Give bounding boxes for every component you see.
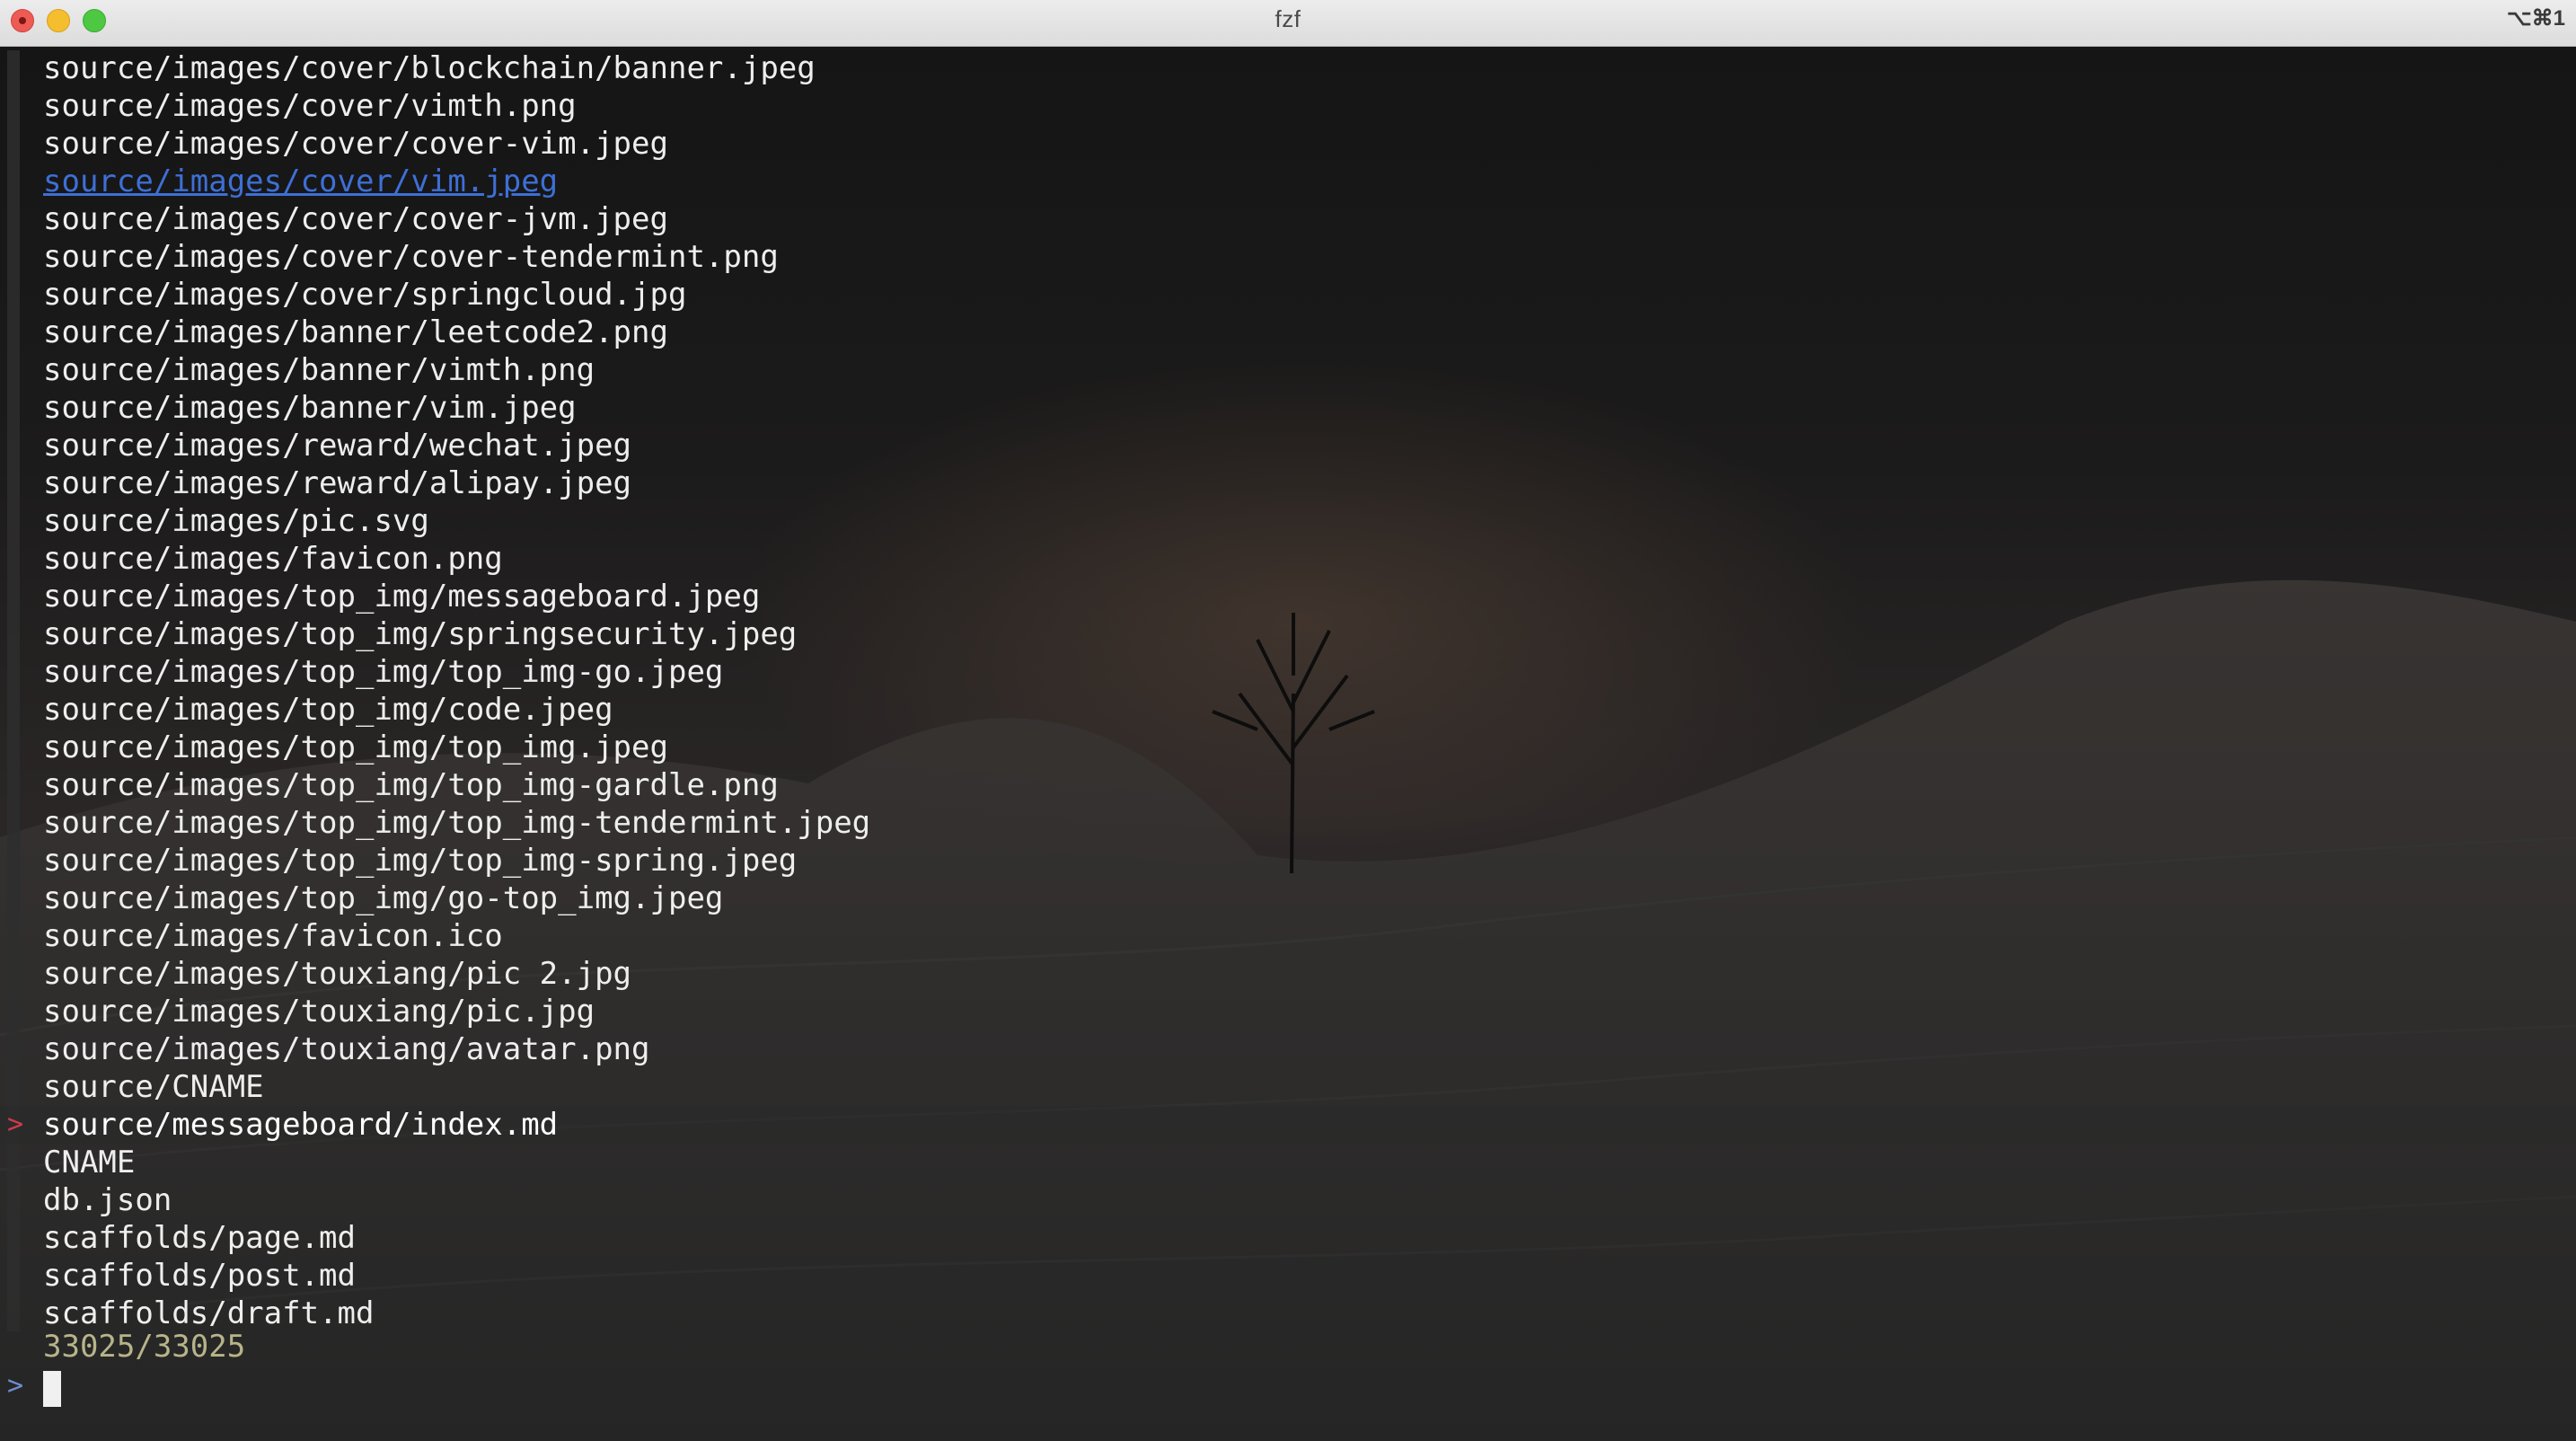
result-row[interactable]: source/images/top_img/messageboard.jpeg bbox=[0, 578, 2576, 615]
result-row[interactable]: source/images/reward/wechat.jpeg bbox=[0, 427, 2576, 464]
result-row[interactable]: source/CNAME bbox=[0, 1068, 2576, 1106]
result-row[interactable]: source/images/top_img/code.jpeg bbox=[0, 691, 2576, 729]
result-row[interactable]: source/images/top_img/go-top_img.jpeg bbox=[0, 880, 2576, 917]
results-list[interactable]: source/images/cover/blockchain/banner.jp… bbox=[0, 49, 2576, 1332]
result-path: scaffolds/page.md bbox=[43, 1220, 356, 1256]
result-path: source/images/banner/vimth.png bbox=[43, 352, 595, 388]
result-path: source/images/cover/vimth.png bbox=[43, 88, 577, 124]
result-row[interactable]: source/images/cover/springcloud.jpg bbox=[0, 276, 2576, 314]
window-shortcut-label: ⌥⌘1 bbox=[2506, 6, 2565, 31]
result-path: source/images/top_img/springsecurity.jpe… bbox=[43, 616, 798, 652]
result-path: source/images/touxiang/avatar.png bbox=[43, 1031, 650, 1067]
result-row[interactable]: source/images/banner/vimth.png bbox=[0, 351, 2576, 389]
result-path: source/images/cover/blockchain/banner.jp… bbox=[43, 50, 816, 86]
result-path: source/CNAME bbox=[43, 1069, 264, 1105]
result-row[interactable]: source/images/reward/alipay.jpeg bbox=[0, 464, 2576, 502]
result-path: source/images/banner/vim.jpeg bbox=[43, 390, 577, 426]
result-row[interactable]: source/images/cover/cover-tendermint.png bbox=[0, 238, 2576, 276]
result-row[interactable]: source/images/banner/leetcode2.png bbox=[0, 314, 2576, 351]
result-row[interactable]: source/images/touxiang/pic.jpg bbox=[0, 993, 2576, 1030]
window-title: fzf bbox=[1275, 5, 1301, 32]
result-path: source/images/top_img/top_img-tendermint… bbox=[43, 805, 871, 841]
result-path: source/images/reward/wechat.jpeg bbox=[43, 428, 632, 464]
result-path: source/images/favicon.ico bbox=[43, 918, 503, 954]
result-path: source/images/cover/cover-vim.jpeg bbox=[43, 126, 668, 162]
result-path: source/images/cover/cover-jvm.jpeg bbox=[43, 201, 668, 237]
result-path: source/images/top_img/top_img-spring.jpe… bbox=[43, 843, 798, 879]
match-count: 33025/33025 bbox=[43, 1329, 246, 1365]
terminal-area[interactable]: source/images/cover/blockchain/banner.jp… bbox=[0, 47, 2576, 1441]
result-row[interactable]: source/images/banner/vim.jpeg bbox=[0, 389, 2576, 427]
result-row[interactable]: source/images/cover/vim.jpeg bbox=[0, 163, 2576, 200]
result-row[interactable]: source/images/top_img/top_img-spring.jpe… bbox=[0, 842, 2576, 880]
result-row[interactable]: source/images/cover/vimth.png bbox=[0, 87, 2576, 125]
result-row[interactable]: source/images/cover/cover-vim.jpeg bbox=[0, 125, 2576, 163]
result-path: source/images/top_img/go-top_img.jpeg bbox=[43, 880, 724, 916]
result-path: source/images/top_img/top_img-gardle.png bbox=[43, 767, 779, 803]
result-row[interactable]: source/images/top_img/top_img-tendermint… bbox=[0, 804, 2576, 842]
result-row[interactable]: source/images/favicon.png bbox=[0, 540, 2576, 578]
result-row[interactable]: db.json bbox=[0, 1181, 2576, 1219]
result-row[interactable]: source/images/touxiang/pic 2.jpg bbox=[0, 955, 2576, 993]
result-path: source/images/banner/leetcode2.png bbox=[43, 314, 668, 350]
result-path: source/images/cover/springcloud.jpg bbox=[43, 277, 687, 313]
result-path: source/images/touxiang/pic 2.jpg bbox=[43, 956, 632, 992]
query-input[interactable] bbox=[43, 1371, 1121, 1403]
result-row[interactable]: scaffolds/page.md bbox=[0, 1219, 2576, 1257]
text-cursor bbox=[43, 1371, 61, 1407]
result-path: source/images/reward/alipay.jpeg bbox=[43, 465, 632, 501]
result-path: source/images/top_img/code.jpeg bbox=[43, 692, 613, 728]
prompt-symbol: > bbox=[7, 1370, 24, 1401]
result-row[interactable]: source/images/cover/blockchain/banner.jp… bbox=[0, 49, 2576, 87]
result-path: source/images/top_img/messageboard.jpeg bbox=[43, 579, 761, 614]
result-path-link[interactable]: source/images/cover/vim.jpeg bbox=[43, 163, 558, 200]
selection-pointer: > bbox=[7, 1109, 24, 1140]
result-path: source/images/touxiang/pic.jpg bbox=[43, 994, 595, 1030]
result-path: scaffolds/draft.md bbox=[43, 1295, 375, 1331]
result-row[interactable]: source/images/favicon.ico bbox=[0, 917, 2576, 955]
result-path: source/images/favicon.png bbox=[43, 541, 503, 577]
result-path: source/images/top_img/top_img.jpeg bbox=[43, 729, 668, 765]
result-path: source/images/pic.svg bbox=[43, 503, 429, 539]
result-row[interactable]: scaffolds/draft.md bbox=[0, 1295, 2576, 1332]
result-row[interactable]: source/images/pic.svg bbox=[0, 502, 2576, 540]
result-path: db.json bbox=[43, 1182, 172, 1218]
result-path: source/messageboard/index.md bbox=[43, 1107, 559, 1143]
result-row[interactable]: source/images/top_img/springsecurity.jpe… bbox=[0, 615, 2576, 653]
result-row[interactable]: CNAME bbox=[0, 1144, 2576, 1181]
result-row[interactable]: source/images/top_img/top_img.jpeg bbox=[0, 729, 2576, 766]
result-row[interactable]: source/images/top_img/top_img-go.jpeg bbox=[0, 653, 2576, 691]
result-path: source/images/top_img/top_img-go.jpeg bbox=[43, 654, 724, 690]
result-path: scaffolds/post.md bbox=[43, 1258, 356, 1294]
result-row-current[interactable]: > source/messageboard/index.md bbox=[0, 1106, 2576, 1144]
result-row[interactable]: source/images/cover/cover-jvm.jpeg bbox=[0, 200, 2576, 238]
result-row[interactable]: source/images/touxiang/avatar.png bbox=[0, 1030, 2576, 1068]
result-path: CNAME bbox=[43, 1145, 136, 1180]
terminal-window: fzf ⌥⌘1 source/images/cover/blockchain/b… bbox=[0, 0, 2576, 1441]
result-row[interactable]: scaffolds/post.md bbox=[0, 1257, 2576, 1295]
title-bar[interactable]: fzf ⌥⌘1 bbox=[0, 0, 2576, 47]
result-row[interactable]: source/images/top_img/top_img-gardle.png bbox=[0, 766, 2576, 804]
prompt-line[interactable]: > bbox=[0, 1366, 2576, 1409]
result-path: source/images/cover/cover-tendermint.png bbox=[43, 239, 779, 275]
